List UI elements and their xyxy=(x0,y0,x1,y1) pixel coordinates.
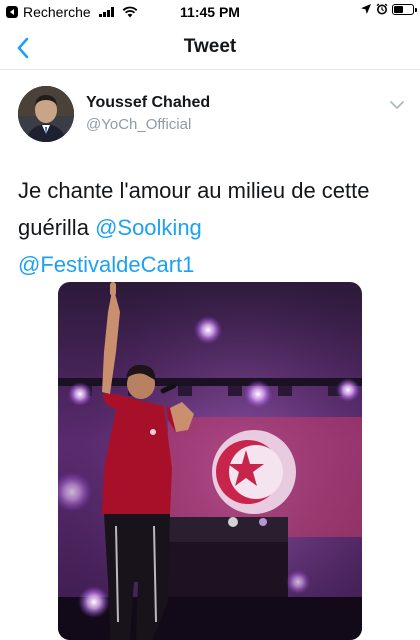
concert-photo xyxy=(58,282,362,640)
author-display-name[interactable]: Youssef Chahed xyxy=(86,94,210,112)
alarm-icon xyxy=(376,3,388,15)
mention-festivaldecart1[interactable]: @FestivaldeCart1 xyxy=(18,252,194,277)
location-arrow-icon xyxy=(361,4,371,14)
back-chevron-icon[interactable] xyxy=(12,34,36,62)
status-right xyxy=(360,3,417,15)
status-bar: Recherche 11:45 PM xyxy=(0,0,420,24)
page-title: Tweet xyxy=(183,36,237,57)
battery-icon xyxy=(392,3,417,15)
chevron-down-icon[interactable] xyxy=(388,98,406,112)
tweet-media-photo[interactable] xyxy=(58,282,362,640)
author-handle[interactable]: @YoCh_Official xyxy=(86,116,191,133)
navigation-bar: Tweet xyxy=(0,26,420,70)
author-avatar[interactable] xyxy=(18,86,74,142)
status-time: 11:45 PM xyxy=(180,4,240,20)
mention-soolking[interactable]: @Soolking xyxy=(95,215,202,240)
tweet-text: Je chante l'amour au milieu de cette gué… xyxy=(18,172,408,283)
